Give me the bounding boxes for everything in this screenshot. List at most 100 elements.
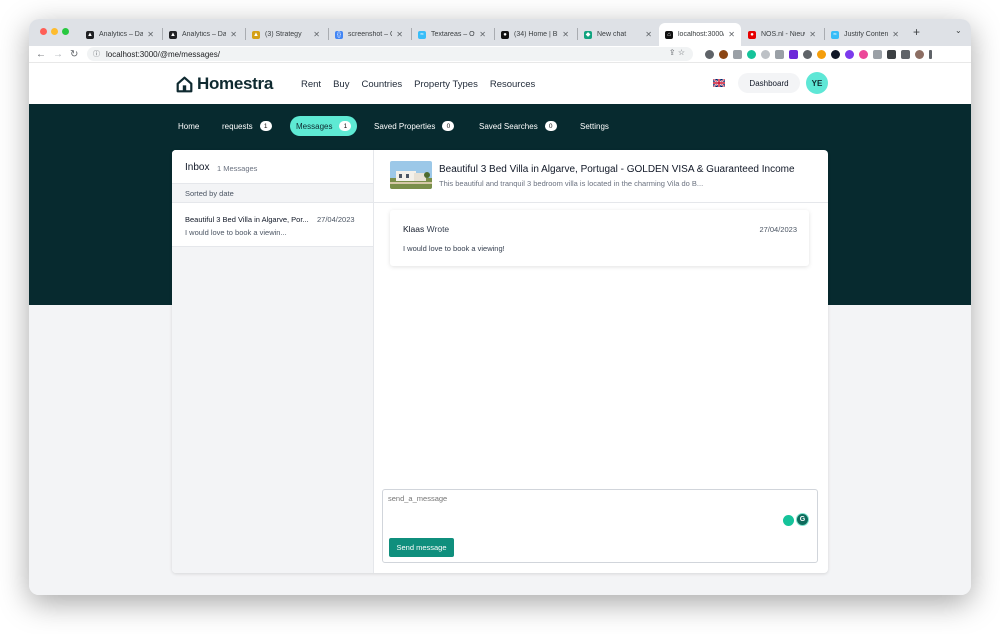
messages-count-badge: 1 (339, 121, 352, 131)
browser-menu-icon[interactable] (929, 50, 932, 59)
subnav-requests[interactable]: requests 1 (222, 116, 272, 136)
close-tab-icon[interactable]: ✕ (892, 30, 899, 39)
tab-title: New chat (597, 31, 627, 38)
subnav-home[interactable]: Home (178, 116, 199, 136)
dashboard-button[interactable]: Dashboard (738, 73, 800, 93)
messages-panel: Inbox 1 Messages Sorted by date Beautifu… (172, 150, 828, 573)
extension-icon[interactable] (803, 50, 812, 59)
minimize-window-button[interactable] (51, 28, 58, 35)
maximize-window-button[interactable] (62, 28, 69, 35)
inbox-count: 1 Messages (217, 164, 258, 173)
browser-toolbar: ← → ↻ ⓘ localhost:3000/@me/messages/ ⇪ ☆ (29, 46, 971, 62)
tab-title: Analytics – Dash (99, 31, 144, 38)
extensions-puzzle-icon[interactable] (887, 50, 896, 59)
close-tab-icon[interactable]: ✕ (230, 30, 237, 39)
side-panel-icon[interactable] (901, 50, 910, 59)
site-info-icon[interactable]: ⓘ (93, 49, 100, 59)
sort-label: Sorted by date (172, 184, 373, 203)
browser-tab-active[interactable]: ⌂ localhost:3000/ ✕ (659, 23, 741, 46)
tab-strip: ▲ Analytics – Dash ✕ ▲ Analytics – Dash … (29, 19, 971, 46)
subnav-saved-properties[interactable]: Saved Properties 0 (374, 116, 455, 136)
inbox-header: Inbox 1 Messages (172, 150, 373, 184)
close-tab-icon[interactable]: ✕ (479, 30, 486, 39)
profile-avatar-icon[interactable] (915, 50, 924, 59)
tab-favicon-icon: ⌂ (665, 30, 673, 39)
close-tab-icon[interactable]: ✕ (728, 30, 735, 39)
browser-tab[interactable]: {} screenshot – Cli ✕ (329, 23, 409, 46)
browser-tab[interactable]: ◆ New chat ✕ (578, 23, 658, 46)
extension-icon[interactable] (761, 50, 770, 59)
message-input[interactable] (388, 494, 778, 530)
address-bar[interactable]: ⓘ localhost:3000/@me/messages/ ⇪ ☆ (87, 47, 693, 61)
close-tab-icon[interactable]: ✕ (562, 30, 569, 39)
browser-tab[interactable]: ▲ Analytics – Dash ✕ (163, 23, 243, 46)
tab-favicon-icon: ◆ (584, 30, 592, 39)
property-thumbnail[interactable] (390, 161, 432, 189)
tab-title: screenshot – Cli (348, 31, 392, 38)
extension-icon[interactable] (733, 50, 742, 59)
site-logo[interactable]: Homestra (176, 74, 273, 94)
subnav-settings[interactable]: Settings (580, 116, 609, 136)
extension-icon[interactable] (719, 50, 728, 59)
extension-icon[interactable] (789, 50, 798, 59)
reload-icon[interactable]: ↻ (70, 46, 78, 62)
conversation-subtitle: This beautiful and tranquil 3 bedroom vi… (439, 179, 704, 188)
grammarly-bulb-icon[interactable] (783, 515, 794, 526)
extension-icon[interactable] (705, 50, 714, 59)
close-tab-icon[interactable]: ✕ (147, 30, 154, 39)
address-url: localhost:3000/@me/messages/ (106, 49, 220, 59)
browser-tab[interactable]: ≈ Textareas – Offic ✕ (412, 23, 492, 46)
extension-icon[interactable] (859, 50, 868, 59)
extension-icon[interactable] (775, 50, 784, 59)
subnav-messages[interactable]: Messages 1 (290, 116, 358, 136)
browser-tab[interactable]: ▲ (3) Strategy ✕ (246, 23, 326, 46)
extension-icon[interactable] (831, 50, 840, 59)
grammarly-icon[interactable]: G (796, 513, 809, 526)
send-message-button[interactable]: Send message (389, 538, 454, 557)
extension-icon[interactable] (845, 50, 854, 59)
browser-tab[interactable]: ≈ Justify Content ✕ (825, 23, 905, 46)
inbox-title: Inbox (185, 162, 210, 173)
browser-tab[interactable]: ● (34) Home | Blac ✕ (495, 23, 575, 46)
subnav-requests-label: requests (222, 121, 253, 131)
subnav-saved-searches[interactable]: Saved Searches 0 (479, 116, 557, 136)
nav-rent[interactable]: Rent (301, 79, 321, 90)
logo-text: Homestra (197, 74, 274, 93)
user-avatar[interactable]: YE (806, 72, 828, 94)
extension-icon[interactable] (817, 50, 826, 59)
browser-tab[interactable]: ▲ Analytics – Dash ✕ (80, 23, 160, 46)
tab-favicon-icon: ≈ (831, 30, 839, 39)
close-tab-icon[interactable]: ✕ (645, 30, 652, 39)
nav-buy[interactable]: Buy (333, 79, 349, 90)
close-window-button[interactable] (40, 28, 47, 35)
requests-count-badge: 1 (259, 121, 272, 131)
back-icon[interactable]: ← (36, 46, 46, 62)
grammarly-extension-icon[interactable] (747, 50, 756, 59)
message-text: I would love to book a viewing! (403, 244, 505, 253)
message-card: Klaas Wrote 27/04/2023 I would love to b… (390, 210, 809, 266)
tab-favicon-icon: ▲ (169, 30, 177, 39)
uk-flag-icon[interactable] (713, 79, 725, 87)
forward-icon[interactable]: → (53, 46, 63, 62)
house-logo-icon (176, 76, 193, 92)
new-tab-icon[interactable]: + (913, 25, 920, 39)
bookmark-star-icon[interactable]: ⇪ ☆ (669, 48, 685, 57)
close-tab-icon[interactable]: ✕ (809, 30, 816, 39)
subnav-saved-properties-label: Saved Properties (374, 121, 436, 131)
site-header: Homestra Rent Buy Countries Property Typ… (29, 62, 971, 104)
close-tab-icon[interactable]: ✕ (313, 30, 320, 39)
browser-tab[interactable]: ● NOS.nl - Nieuws ✕ (742, 23, 822, 46)
conversation-title[interactable]: Beautiful 3 Bed Villa in Algarve, Portug… (439, 164, 795, 175)
nav-countries[interactable]: Countries (361, 79, 402, 90)
message-author-verb: Wrote (426, 224, 450, 234)
tab-title: (3) Strategy (265, 31, 302, 38)
close-tab-icon[interactable]: ✕ (396, 30, 403, 39)
extension-icon[interactable] (873, 50, 882, 59)
inbox-list-item[interactable]: Beautiful 3 Bed Villa in Algarve, Por...… (172, 203, 373, 247)
browser-window: ▲ Analytics – Dash ✕ ▲ Analytics – Dash … (29, 19, 971, 595)
inbox-item-preview: I would love to book a viewin... (185, 228, 287, 237)
nav-property-types[interactable]: Property Types (414, 79, 478, 90)
nav-resources[interactable]: Resources (490, 79, 535, 90)
saved-searches-count-badge: 0 (544, 121, 557, 131)
tab-search-chevron-icon[interactable]: ⌄ (955, 26, 962, 35)
